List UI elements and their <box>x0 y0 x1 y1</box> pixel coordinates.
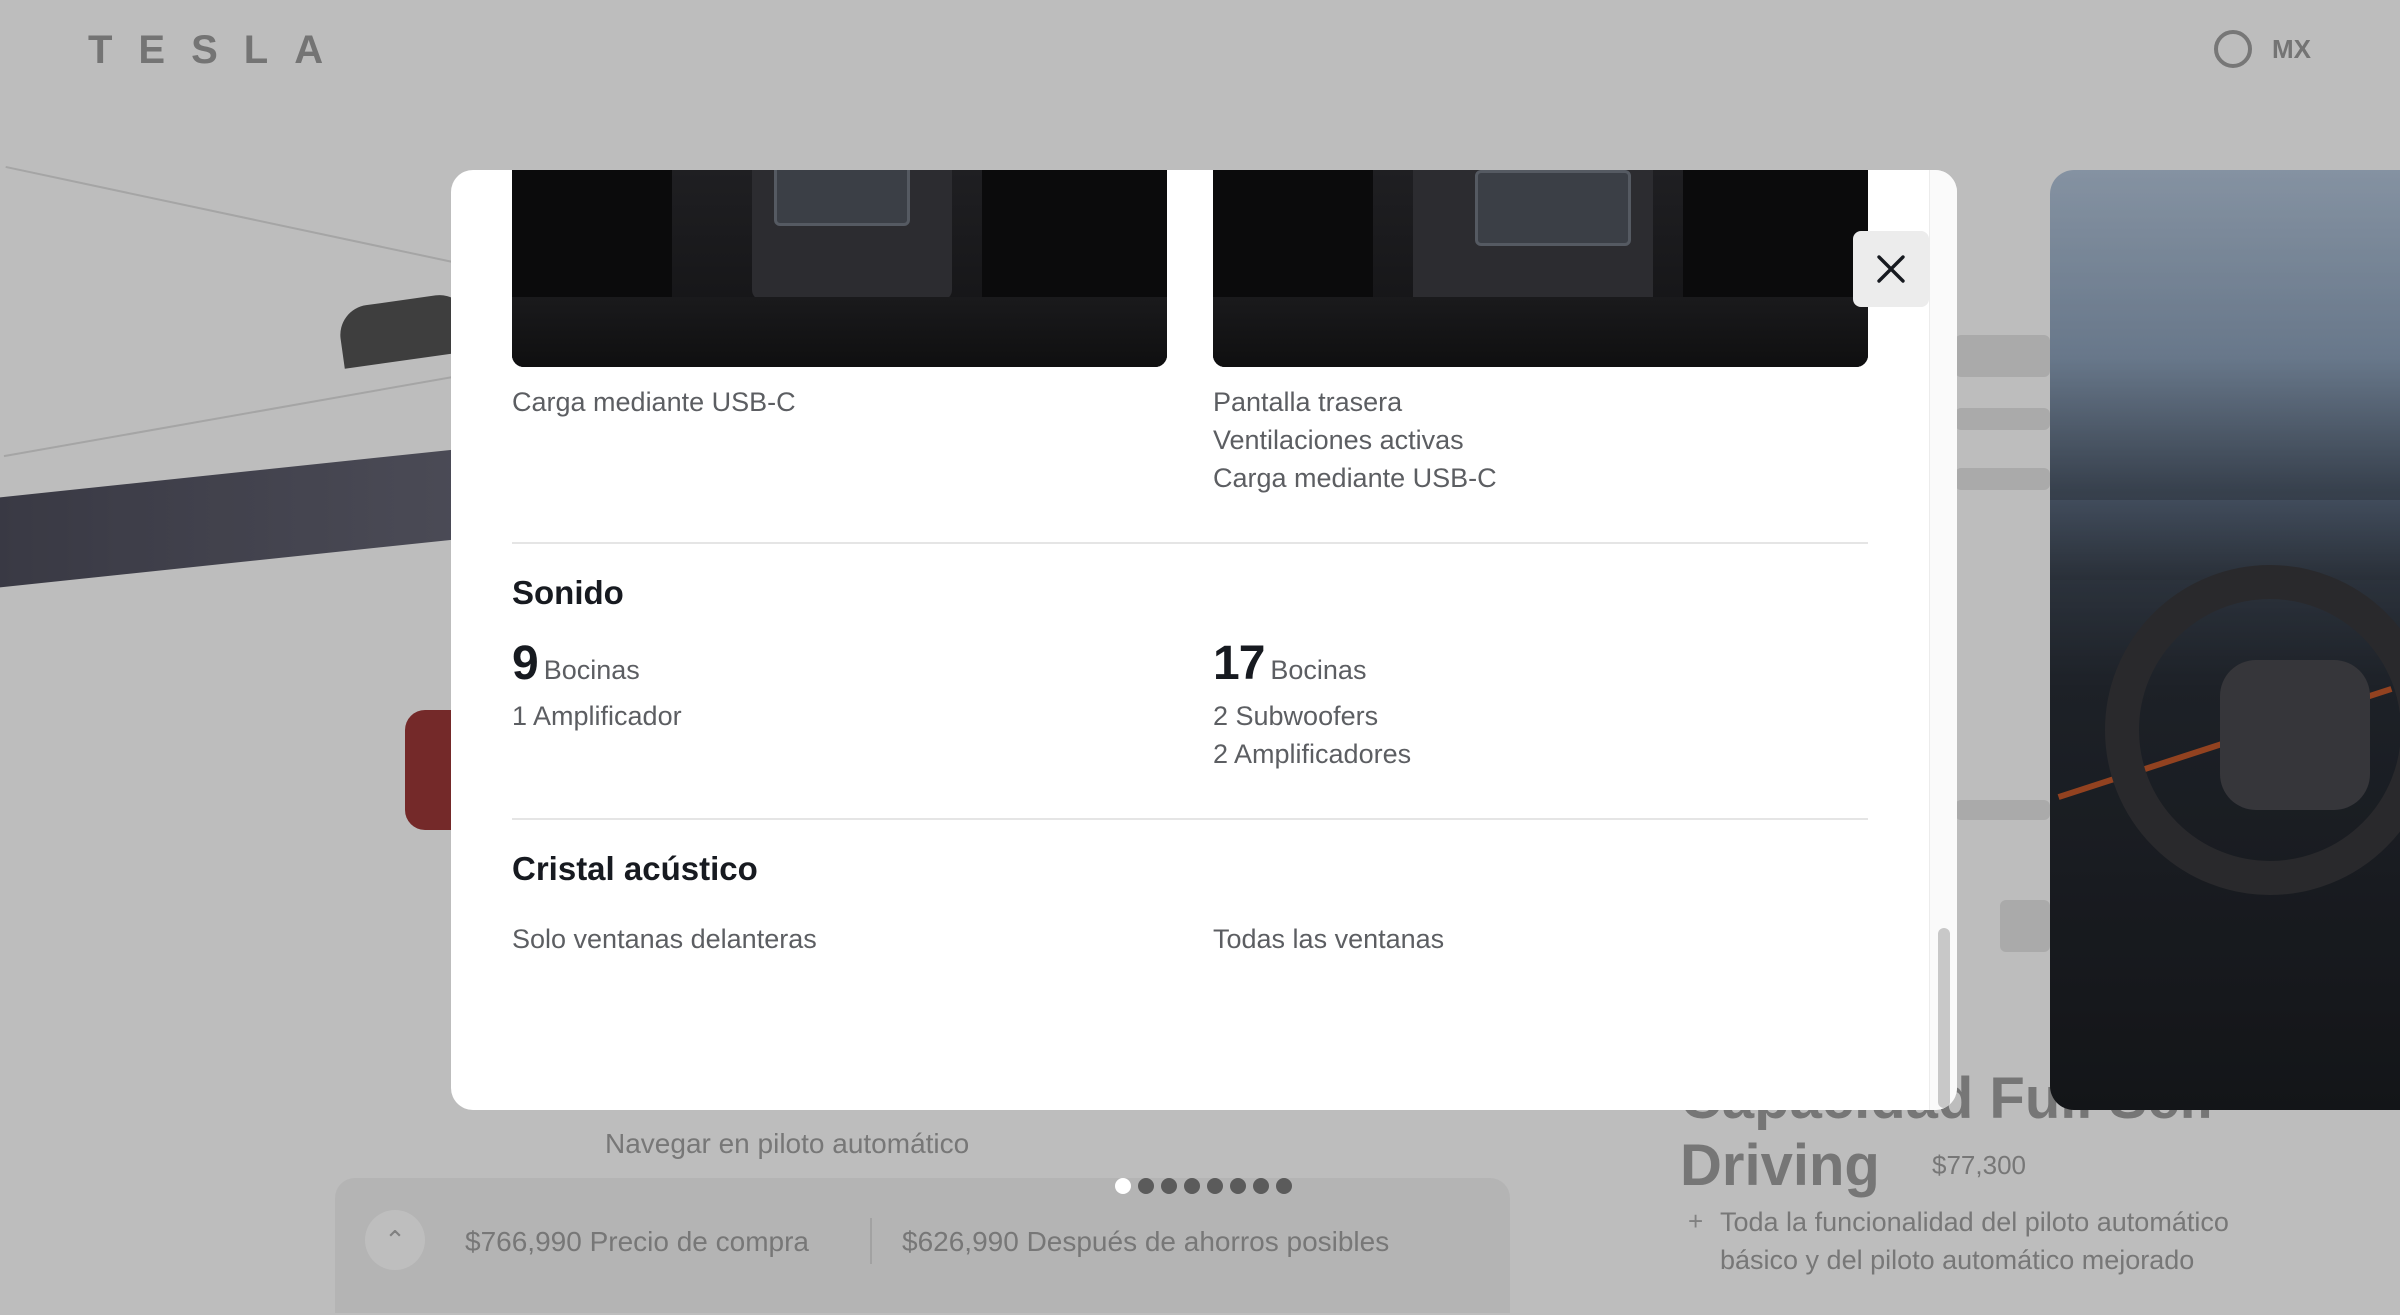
carousel-dot[interactable] <box>1138 1178 1154 1194</box>
spec-line: Ventilaciones activas <box>1213 425 1464 455</box>
rear-features-right: Pantalla trasera Ventilaciones activas C… <box>1213 383 1497 497</box>
section-divider <box>512 542 1868 544</box>
carousel-dot[interactable] <box>1115 1178 1131 1194</box>
spec-line: 1 Amplificador <box>512 701 682 731</box>
spec-line: 2 Amplificadores <box>1213 739 1412 769</box>
comparison-modal: Carga mediante USB-C Pantalla trasera Ve… <box>451 170 1957 1110</box>
scrollbar-thumb[interactable] <box>1938 928 1950 1108</box>
usb-charging-left: Carga mediante USB-C <box>512 387 796 417</box>
glass-spec-right: Todas las ventanas <box>1213 924 1445 954</box>
carousel-dot[interactable] <box>1161 1178 1177 1194</box>
close-icon <box>1877 255 1905 283</box>
carousel-dot[interactable] <box>1253 1178 1269 1194</box>
carousel-dots <box>1115 1178 1292 1194</box>
speaker-unit: Bocinas <box>1270 655 1367 685</box>
carousel-dot[interactable] <box>1184 1178 1200 1194</box>
modal-scrollbar[interactable] <box>1929 170 1957 1110</box>
glass-spec-left: Solo ventanas delanteras <box>512 924 817 954</box>
glass-section-title: Cristal acústico <box>512 850 758 887</box>
sound-details-right: 2 Subwoofers 2 Amplificadores <box>1213 697 1411 773</box>
sound-spec-left: 9 Bocinas <box>512 640 640 699</box>
rear-seat-image-left <box>512 170 1167 367</box>
speaker-unit: Bocinas <box>543 655 640 685</box>
rear-seat-image-right <box>1213 170 1868 367</box>
sound-section-title: Sonido <box>512 574 624 611</box>
section-divider <box>512 818 1868 820</box>
spec-line: Carga mediante USB-C <box>1213 463 1497 493</box>
carousel-dot[interactable] <box>1276 1178 1292 1194</box>
close-button[interactable] <box>1853 231 1929 307</box>
sound-details-left: 1 Amplificador <box>512 697 682 735</box>
spec-line: 2 Subwoofers <box>1213 701 1379 731</box>
speaker-count: 9 <box>512 637 539 690</box>
sound-spec-right: 17 Bocinas <box>1213 640 1366 699</box>
carousel-dot[interactable] <box>1230 1178 1246 1194</box>
spec-line: Pantalla trasera <box>1213 387 1403 417</box>
carousel-dot[interactable] <box>1207 1178 1223 1194</box>
speaker-count: 17 <box>1213 637 1265 690</box>
